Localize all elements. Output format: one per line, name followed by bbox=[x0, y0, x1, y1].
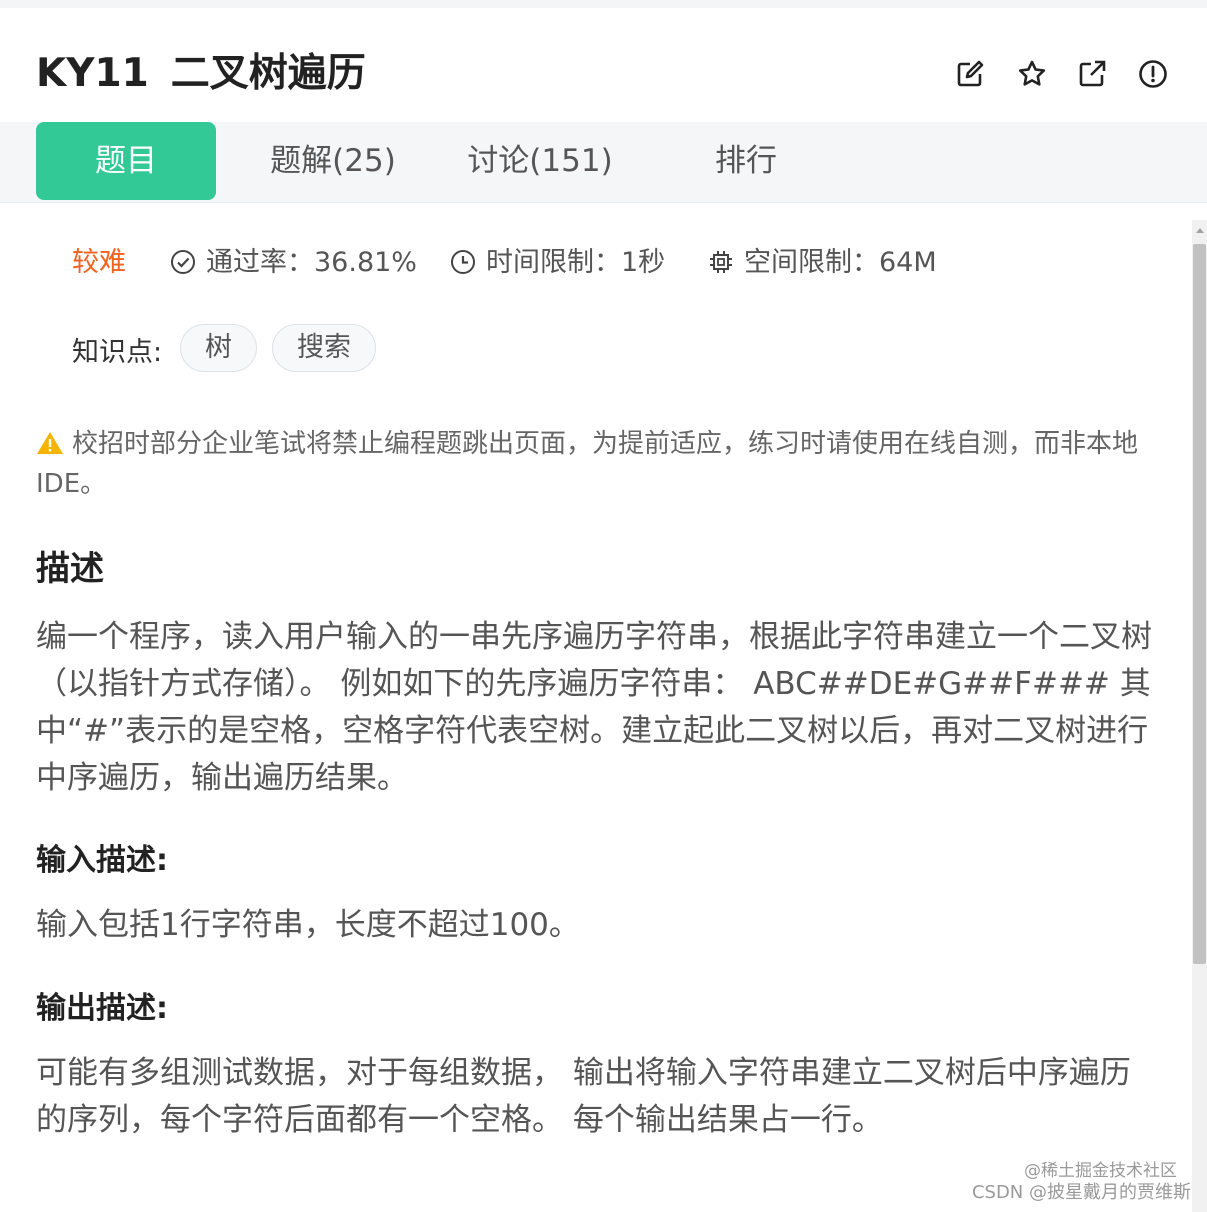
external-link-icon bbox=[1079, 60, 1106, 87]
check-circle-icon bbox=[171, 250, 195, 274]
time-limit: 时间限制：1秒 bbox=[450, 240, 665, 286]
scrollbar[interactable] bbox=[1192, 220, 1207, 1212]
edit-icon bbox=[957, 60, 984, 87]
star-icon bbox=[1018, 60, 1046, 86]
watermark-juejin: @稀土掘金技术社区 bbox=[1024, 1161, 1177, 1181]
problem-code: KY11 bbox=[36, 51, 149, 96]
scrollbar-thumb[interactable] bbox=[1193, 244, 1206, 964]
pass-rate-text: 通过率：36.81% bbox=[206, 247, 417, 278]
warning-icon bbox=[37, 432, 63, 454]
input-description-heading: 输入描述: bbox=[36, 843, 168, 878]
favorite-button[interactable] bbox=[1012, 54, 1052, 94]
output-description-text: 可能有多组测试数据，对于每组数据， 输出将输入字符串建立二叉树后中序遍历的序列，… bbox=[36, 1055, 1131, 1138]
pass-rate: 通过率：36.81% bbox=[170, 240, 417, 286]
top-strip bbox=[0, 0, 1207, 8]
knowledge-label: 知识点: bbox=[72, 337, 163, 368]
description-heading: 描述 bbox=[36, 549, 104, 589]
scroll-up-arrow-icon[interactable] bbox=[1192, 226, 1207, 236]
time-limit-text: 时间限制：1秒 bbox=[486, 247, 666, 278]
description-text: 编一个程序，读入用户输入的一串先序遍历字符串，根据此字符串建立一个二叉树（以指针… bbox=[36, 619, 1152, 796]
tab-problem[interactable]: 题目 bbox=[36, 122, 216, 200]
page-title: KY11 二叉树遍历 bbox=[36, 46, 366, 102]
tab-discussion[interactable]: 讨论(151) bbox=[460, 122, 620, 200]
ide-notice: 校招时部分企业笔试将禁止编程题跳出页面，为提前适应，练习时请使用在线自测，而非本… bbox=[36, 424, 1146, 504]
tab-solutions[interactable]: 题解(25) bbox=[258, 122, 408, 200]
ide-notice-text: 校招时部分企业笔试将禁止编程题跳出页面，为提前适应，练习时请使用在线自测，而非本… bbox=[36, 429, 1139, 499]
space-limit: 空间限制：64M bbox=[708, 240, 937, 286]
difficulty-label: 较难 bbox=[72, 247, 126, 278]
share-button[interactable] bbox=[1072, 54, 1112, 94]
tab-ranking[interactable]: 排行 bbox=[696, 122, 796, 200]
edit-button[interactable] bbox=[950, 54, 990, 94]
space-limit-text: 空间限制：64M bbox=[744, 247, 937, 278]
chip-icon bbox=[710, 251, 732, 273]
title-actions bbox=[950, 54, 1180, 94]
knowledge-tag-tree[interactable]: 树 bbox=[180, 324, 257, 372]
output-description-heading: 输出描述: bbox=[36, 991, 168, 1026]
report-button[interactable] bbox=[1133, 54, 1173, 94]
knowledge-tag-search[interactable]: 搜索 bbox=[272, 324, 376, 372]
input-description-text: 输入包括1行字符串，长度不超过100。 bbox=[36, 907, 580, 943]
problem-title: 二叉树遍历 bbox=[170, 51, 366, 96]
alert-circle-icon bbox=[1139, 60, 1167, 88]
tab-bar: 题目 题解(25) 讨论(151) 排行 bbox=[0, 122, 1207, 203]
clock-icon bbox=[451, 250, 475, 274]
watermark-csdn: CSDN @披星戴月的贾维斯 bbox=[971, 1182, 1191, 1203]
